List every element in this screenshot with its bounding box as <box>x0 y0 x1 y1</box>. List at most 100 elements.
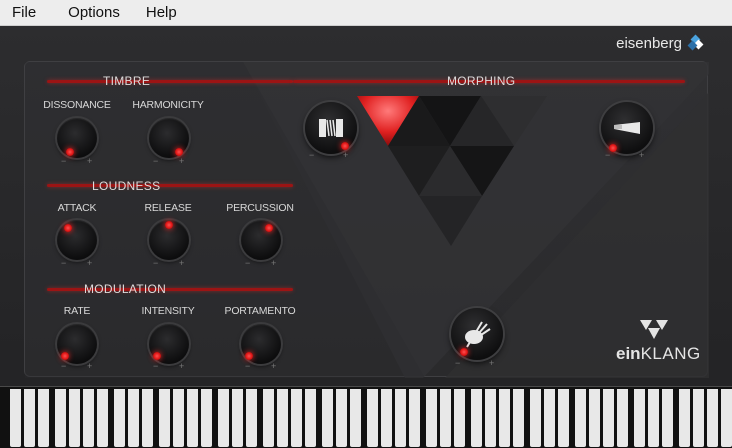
menu-file[interactable]: File <box>0 0 48 26</box>
piano-key[interactable] <box>544 389 555 447</box>
percussion-indicator <box>265 224 273 232</box>
accordion-indicator <box>341 142 349 150</box>
piano-key[interactable] <box>499 389 510 447</box>
piano-key[interactable] <box>291 389 302 447</box>
loudness-line <box>47 184 293 187</box>
piano-key[interactable] <box>246 389 257 447</box>
piano-key[interactable] <box>513 389 524 447</box>
harmonicity-knob[interactable] <box>149 118 189 158</box>
piano-key[interactable] <box>69 389 80 447</box>
attack-indicator <box>64 224 72 232</box>
piano-key[interactable] <box>55 389 66 447</box>
piano-key[interactable] <box>305 389 316 447</box>
percussion-knob[interactable] <box>241 220 281 260</box>
harmonicity-plus: + <box>179 156 185 166</box>
attack-plus: + <box>87 258 93 268</box>
piano-key[interactable] <box>707 389 718 447</box>
piano-key[interactable] <box>634 389 645 447</box>
piano-key[interactable] <box>617 389 628 447</box>
piano-key[interactable] <box>589 389 600 447</box>
piano-key[interactable] <box>693 389 704 447</box>
rate-plus: + <box>87 361 93 371</box>
piano-key[interactable] <box>558 389 569 447</box>
piano-key[interactable] <box>10 389 21 447</box>
piano-key[interactable] <box>24 389 35 447</box>
logo-rest-text: KLANG <box>640 344 701 363</box>
piano-key[interactable] <box>263 389 274 447</box>
piano-key[interactable] <box>97 389 108 447</box>
piano-key[interactable] <box>83 389 94 447</box>
bagpipe-icon <box>465 321 491 348</box>
attack-knob[interactable] <box>57 220 97 260</box>
piano-key[interactable] <box>114 389 125 447</box>
flute-selector-knob[interactable] <box>601 102 653 154</box>
piano-key[interactable] <box>409 389 420 447</box>
flute-minus: − <box>605 150 611 160</box>
piano-key[interactable] <box>648 389 659 447</box>
menu-bar: File Options Help <box>0 0 732 26</box>
piano-key[interactable] <box>395 389 406 447</box>
bagpipe-selector-knob[interactable] <box>451 308 503 360</box>
portamento-knob[interactable] <box>241 324 281 364</box>
release-knob[interactable] <box>149 220 189 260</box>
harmonicity-indicator <box>175 148 183 156</box>
piano-key[interactable] <box>128 389 139 447</box>
piano-key[interactable] <box>201 389 212 447</box>
piano-key[interactable] <box>721 389 732 447</box>
piano-key[interactable] <box>426 389 437 447</box>
eisenberg-logo-icon <box>686 34 704 52</box>
piano-key[interactable] <box>471 389 482 447</box>
rate-knob[interactable] <box>57 324 97 364</box>
portamento-label: PORTAMENTO <box>224 305 296 317</box>
piano-key[interactable] <box>218 389 229 447</box>
main-panel: TIMBRE MORPHING LOUDNESS MODULATION DISS… <box>24 61 709 378</box>
bagpipe-indicator <box>460 348 468 356</box>
piano-key[interactable] <box>440 389 451 447</box>
piano-key[interactable] <box>38 389 49 447</box>
harmonicity-minus: − <box>153 156 159 166</box>
piano-key[interactable] <box>575 389 586 447</box>
piano-key[interactable] <box>173 389 184 447</box>
harmonicity-label: HARMONICITY <box>132 99 204 111</box>
piano-key[interactable] <box>662 389 673 447</box>
piano-key[interactable] <box>142 389 153 447</box>
rate-minus: − <box>61 361 67 371</box>
percussion-label: PERCUSSION <box>226 202 294 214</box>
piano-key[interactable] <box>679 389 690 447</box>
menu-options[interactable]: Options <box>48 0 132 26</box>
synth-window: eisenberg TIMBRE MORPHING LOUDNESS MODUL… <box>0 26 732 448</box>
piano-key[interactable] <box>454 389 465 447</box>
intensity-plus: + <box>179 361 185 371</box>
attack-minus: − <box>61 258 67 268</box>
menu-help[interactable]: Help <box>132 0 189 26</box>
brand: eisenberg <box>616 34 704 52</box>
piano-key[interactable] <box>350 389 361 447</box>
piano-key[interactable] <box>485 389 496 447</box>
piano-key[interactable] <box>530 389 541 447</box>
piano-key[interactable] <box>232 389 243 447</box>
morphing-triangle[interactable] <box>357 92 577 288</box>
piano-key[interactable] <box>367 389 378 447</box>
rate-indicator <box>61 352 69 360</box>
piano-key[interactable] <box>159 389 170 447</box>
release-plus: + <box>179 258 185 268</box>
timbre-line <box>47 80 293 83</box>
morphing-title: MORPHING <box>447 74 516 88</box>
accordion-minus: − <box>309 150 315 160</box>
piano-key[interactable] <box>187 389 198 447</box>
piano-key[interactable] <box>603 389 614 447</box>
piano-keyboard[interactable] <box>0 386 732 448</box>
piano-key[interactable] <box>381 389 392 447</box>
dissonance-knob[interactable] <box>57 118 97 158</box>
percussion-minus: − <box>245 258 251 268</box>
release-minus: − <box>153 258 159 268</box>
portamento-plus: + <box>271 361 277 371</box>
piano-key[interactable] <box>322 389 333 447</box>
dissonance-indicator <box>66 148 74 156</box>
intensity-knob[interactable] <box>149 324 189 364</box>
dissonance-plus: + <box>87 156 93 166</box>
accordion-selector-knob[interactable] <box>305 102 357 154</box>
accordion-plus: + <box>343 150 349 160</box>
piano-key[interactable] <box>336 389 347 447</box>
piano-key[interactable] <box>277 389 288 447</box>
